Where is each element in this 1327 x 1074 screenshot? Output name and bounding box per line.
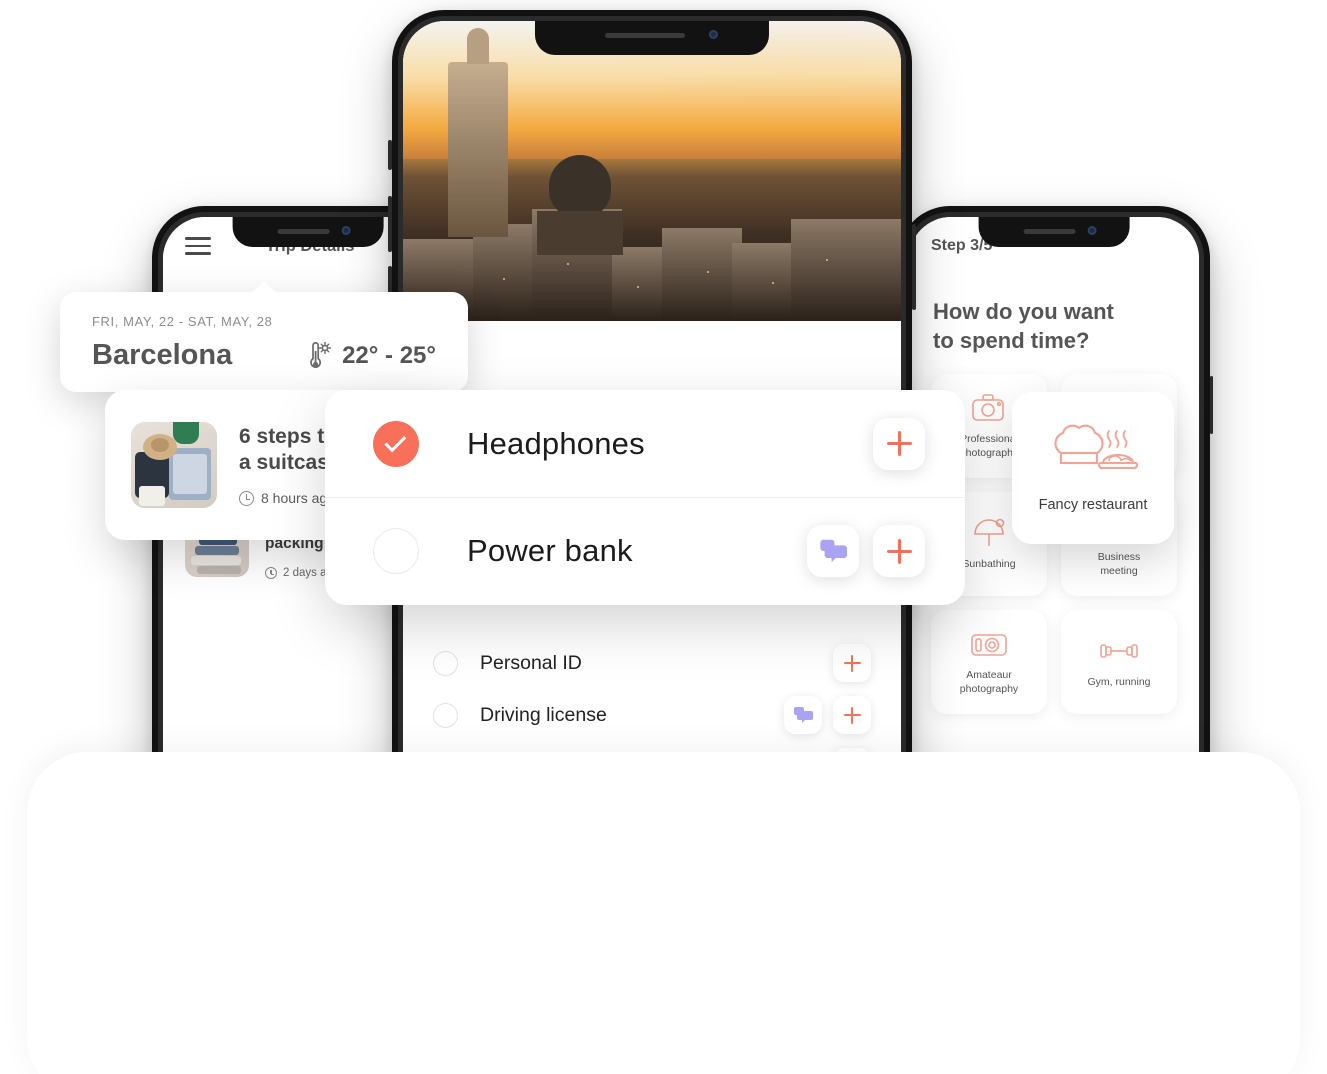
plus-icon — [843, 706, 861, 724]
chat-button[interactable] — [784, 696, 822, 734]
activity-tile[interactable]: Gym, running — [1061, 609, 1177, 714]
checklist-item-actions — [807, 525, 925, 577]
pro-camera-icon — [966, 391, 1012, 425]
checklist-item[interactable]: Driving license — [433, 689, 871, 741]
destination-city: Barcelona — [92, 339, 233, 371]
thermometer-sun-icon — [310, 341, 332, 368]
center-phone-volume-up-button[interactable] — [388, 196, 392, 252]
bottom-panel — [27, 752, 1300, 1074]
checklist-item[interactable]: Headphones — [325, 390, 965, 497]
clock-icon — [239, 490, 254, 506]
plus-icon — [843, 654, 861, 672]
center-speaker-grille — [605, 33, 685, 38]
question-line-2: to spend time? — [933, 328, 1090, 354]
center-phone-power-button[interactable] — [912, 224, 916, 310]
sun-umbrella-icon — [966, 516, 1012, 550]
add-item-button[interactable] — [833, 696, 871, 734]
center-phone-mute-button[interactable] — [388, 140, 392, 170]
activity-label: Fancy restaurant — [1038, 497, 1148, 513]
temperature-range: 22° - 25° — [342, 341, 436, 369]
camera-icon — [966, 627, 1012, 661]
checklist-item[interactable]: Personal ID — [433, 637, 871, 689]
chat-bubbles-icon — [820, 539, 847, 563]
checklist-item-actions — [784, 696, 871, 734]
clock-icon — [265, 567, 277, 580]
checkbox[interactable] — [433, 650, 458, 676]
right-speaker-grille — [1023, 229, 1076, 234]
hamburger-menu-icon[interactable] — [185, 237, 211, 255]
right-phone-notch — [978, 217, 1130, 247]
activity-tile-label: Amateaur photography — [959, 669, 1019, 695]
left-speaker-grille — [277, 229, 330, 234]
add-item-button[interactable] — [833, 644, 871, 682]
dumbbell-icon — [1096, 634, 1142, 668]
left-phone-notch — [232, 217, 384, 247]
destination-summary-card[interactable]: FRI, MAY, 22 - SAT, MAY, 28 Barcelona 22… — [60, 281, 468, 392]
packed-suitcase-flatlay-photo — [131, 422, 217, 508]
trip-dates: FRI, MAY, 22 - SAT, MAY, 28 — [92, 314, 273, 329]
checkbox[interactable] — [373, 528, 419, 574]
check-icon — [384, 430, 407, 453]
plus-icon — [886, 538, 912, 564]
add-item-button[interactable] — [873, 417, 925, 470]
chef-hat-pasta-icon — [1054, 424, 1138, 470]
activity-highlight-card[interactable]: Fancy restaurant — [1012, 392, 1174, 544]
checklist-item-label: Headphones — [467, 425, 645, 461]
checkbox-checked[interactable] — [373, 420, 419, 467]
floating-checklist-card: Headphones Power bank — [325, 390, 965, 605]
activity-tile[interactable]: Amateaur photography — [931, 609, 1047, 714]
checklist-item-label: Driving license — [480, 703, 607, 726]
center-phone-notch — [534, 21, 770, 55]
add-item-button[interactable] — [873, 525, 925, 577]
activity-tile-label: Business meeting — [1097, 551, 1141, 577]
destination-row: Barcelona 22° - 25° — [92, 339, 436, 372]
plus-icon — [886, 431, 912, 456]
checkbox[interactable] — [433, 702, 458, 728]
checklist-item[interactable]: Power bank — [325, 497, 965, 604]
checklist-item-actions — [833, 644, 871, 682]
center-front-camera — [708, 30, 718, 39]
hero-mockup-scene: Trip Details Details Insights R — [0, 0, 1327, 1074]
question-line-1: How do you want — [933, 299, 1114, 324]
chat-button[interactable] — [807, 525, 859, 577]
right-phone-power-button[interactable] — [1210, 376, 1213, 434]
activity-tile-label: Professional photography — [959, 433, 1019, 459]
checklist-item-label: Power bank — [467, 533, 633, 568]
activity-tile-label: Gym, running — [1087, 675, 1151, 688]
metropolis-dome — [537, 155, 624, 255]
checklist-item-actions — [873, 417, 925, 470]
telefonica-building — [447, 62, 508, 237]
weather-block: 22° - 25° — [305, 341, 436, 371]
right-question-block: How do you want to spend time? — [909, 275, 1199, 370]
barcelona-gran-via-sunset-photo — [403, 21, 901, 321]
checklist-item-label: Personal ID — [480, 651, 582, 674]
chat-bubbles-icon — [794, 707, 813, 723]
card-pointer-arrow — [251, 281, 277, 293]
activity-tile-label: Sunbathing — [962, 557, 1016, 570]
article-time: 8 hours ago — [261, 490, 335, 507]
left-front-camera — [341, 226, 351, 235]
right-front-camera — [1087, 226, 1097, 235]
